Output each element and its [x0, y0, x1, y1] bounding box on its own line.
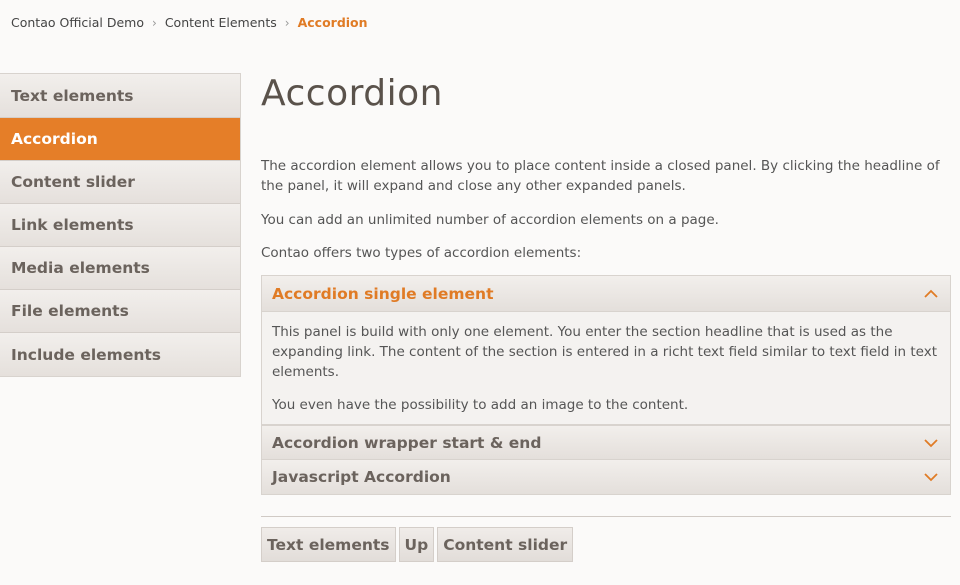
panel-paragraph: This panel is build with only one elemen… [272, 324, 938, 380]
types-paragraph: Contao offers two types of accordion ele… [261, 245, 582, 261]
page-title: Accordion [261, 73, 443, 114]
chevron-down-icon [924, 438, 938, 447]
chevron-right-icon: › [284, 15, 290, 30]
info-paragraph: You can add an unlimited number of accor… [261, 212, 719, 228]
accordion-header-javascript[interactable]: Javascript Accordion [261, 460, 951, 495]
chevron-down-icon [924, 473, 938, 482]
sidebar-nav: Text elements Accordion Content slider L… [0, 73, 241, 377]
breadcrumb: Contao Official Demo › Content Elements … [11, 15, 368, 30]
up-button[interactable]: Up [398, 527, 435, 562]
breadcrumb-link-home[interactable]: Contao Official Demo [11, 15, 144, 30]
panel-paragraph: You even have the possibility to add an … [272, 397, 689, 413]
breadcrumb-link-content-elements[interactable]: Content Elements [165, 15, 277, 30]
accordion-title: Accordion wrapper start & end [272, 433, 542, 452]
main-content: Accordion The accordion element allows y… [261, 72, 951, 261]
sidebar-item-text-elements[interactable]: Text elements [0, 74, 240, 118]
page-navigation: Text elements Up Content slider [261, 527, 574, 562]
prev-page-button[interactable]: Text elements [261, 527, 396, 562]
next-page-button[interactable]: Content slider [437, 527, 574, 562]
breadcrumb-current: Accordion [297, 15, 368, 30]
sidebar-item-accordion[interactable]: Accordion [0, 118, 240, 161]
sidebar-item-file-elements[interactable]: File elements [0, 290, 240, 333]
intro-paragraph: The accordion element allows you to plac… [261, 158, 940, 194]
accordion-panel-content: This panel is build with only one elemen… [261, 312, 951, 425]
chevron-right-icon: › [152, 15, 157, 30]
chevron-up-icon [924, 289, 938, 298]
accordion-header-wrapper[interactable]: Accordion wrapper start & end [261, 425, 951, 460]
accordion-header-single-element[interactable]: Accordion single element [261, 275, 951, 312]
sidebar-item-content-slider[interactable]: Content slider [0, 161, 240, 204]
divider [261, 516, 951, 517]
sidebar-item-include-elements[interactable]: Include elements [0, 333, 240, 376]
accordion-title: Javascript Accordion [272, 468, 451, 486]
sidebar-item-media-elements[interactable]: Media elements [0, 247, 240, 290]
accordion: Accordion single element This panel is b… [261, 275, 951, 495]
sidebar-item-link-elements[interactable]: Link elements [0, 204, 240, 247]
accordion-title: Accordion single element [272, 284, 494, 303]
